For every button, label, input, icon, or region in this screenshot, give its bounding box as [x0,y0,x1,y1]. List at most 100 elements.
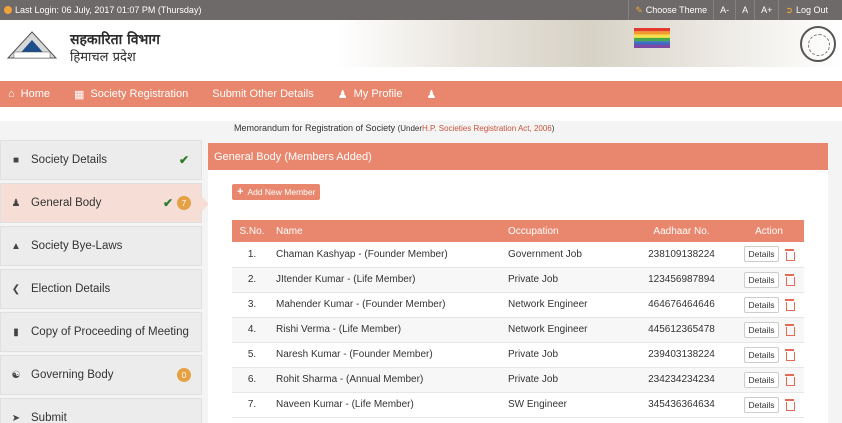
add-new-member-button[interactable]: + Add New Member [232,184,321,200]
clock-icon [4,6,12,14]
member-count-badge: 7 [177,196,191,210]
main-navbar: ⌂ Home ▦ Society Registration Submit Oth… [0,67,842,121]
cell-occupation: Network Engineer [508,324,588,335]
check-icon: ✔ [162,196,173,210]
cell-sno: 4. [247,324,257,335]
sidebar-item-society-bye-laws[interactable]: ▲ Society Bye-Laws [0,226,202,266]
site-header: सहकारिता विभाग हिमाचल प्रदेश [0,20,842,67]
cell-action: Details [734,342,804,367]
cell-action: Details [734,317,804,342]
graduation-cap-icon: ▲ [11,240,21,252]
sidebar-item-label: General Body [31,197,102,209]
table-row: 2. JItender Kumar - (Life Member) Private … [232,267,804,292]
column-header-name: Name [276,225,303,237]
cell-aadhaar: 464676464646 [648,299,715,310]
choose-theme-label: Choose Theme [645,5,708,15]
sidebar-item-submit[interactable]: ➤ Submit [0,398,202,423]
cell-occupation: Network Engineer [508,299,588,310]
nav-society-registration[interactable]: ▦ Society Registration [62,81,200,107]
font-normal-button[interactable]: A [735,0,754,20]
sidebar-item-label: Society Details [31,154,108,166]
cell-sno: 3. [247,299,257,310]
sidebar-item-society-details[interactable]: ■ Society Details ✔ [0,140,202,180]
sidebar-item-governing-body[interactable]: ☯ Governing Body 0 [0,355,202,395]
cell-action: Details [734,392,804,417]
book-icon: ■ [12,154,20,166]
top-bar: Last Login: 06 July, 2017 01:07 PM (Thur… [0,0,842,20]
table-row: 3. Mahender Kumar - (Founder Member) Netwo… [232,292,804,317]
cell-occupation: Government Job [508,248,582,260]
cell-sno: 2. [247,274,257,285]
users-icon: ♟ [11,197,21,209]
nav-submit-other-label: Submit Other Details [212,88,314,100]
font-decrease-button[interactable]: A- [713,0,735,20]
table-row: 4. Rishi Verma - (Life Member) Network Eng… [232,317,804,342]
bank-icon: ☯ [11,369,21,381]
sidebar-item-general-body[interactable]: ♟ General Body ✔ 7 [0,183,209,223]
sidebar-item-copy-of-proceeding[interactable]: ▮ Copy of Proceeding of Meeting [0,312,202,352]
nav-my-profile-label: My Profile [353,88,403,100]
cell-aadhaar: 345436364634 [648,399,715,410]
details-button[interactable]: Details [743,296,780,313]
sidebar: ■ Society Details ✔ ♟ General Body ✔ 7 ▲… [0,140,209,423]
state-emblem-logo [6,31,58,59]
nav-home[interactable]: ⌂ Home [0,81,62,107]
nav-my-profile[interactable]: ♟ My Profile [326,81,415,107]
cell-sno: 6. [247,374,257,385]
font-increase-button[interactable]: A+ [754,0,778,20]
cell-aadhaar: 239403138224 [648,349,715,360]
cell-name: Rohit Sharma - (Annual Member) [276,374,424,385]
rainbow-flag-image [634,28,670,48]
details-button[interactable]: Details [743,246,780,263]
user-icon: ♟ [337,88,348,101]
check-icon: ✔ [178,153,189,167]
memorandum-caption: Memorandum for Registration of Society (… [234,123,554,133]
details-button[interactable]: Details [743,346,780,363]
sidebar-item-label: Governing Body [31,369,114,381]
cell-aadhaar: 445612365478 [648,324,715,335]
details-button[interactable]: Details [743,371,780,388]
sidebar-item-election-details[interactable]: ❮ Election Details [0,269,202,309]
sidebar-item-label: Society Bye-Laws [31,240,123,252]
sidebar-item-label: Election Details [31,283,111,295]
share-icon: ❮ [11,283,21,295]
cell-action: Details [734,292,804,317]
cell-occupation: Private Job [508,349,559,360]
details-button[interactable]: Details [743,271,780,288]
delete-icon[interactable] [785,374,796,386]
cell-occupation: Private Job [508,374,559,385]
sidebar-item-label: Submit [31,412,67,423]
nav-submit-other-details[interactable]: Submit Other Details [200,81,325,107]
table-row: 6. Rohit Sharma - (Annual Member) Private … [232,367,804,392]
delete-icon[interactable] [785,274,796,286]
delete-icon[interactable] [785,324,796,336]
document-icon: ▦ [74,88,85,101]
logout-icon: ➲ [785,4,793,15]
cell-name: JItender Kumar - (Life Member) [276,274,416,285]
user-icon: ♟ [426,88,437,101]
plus-icon: + [237,186,244,198]
cell-name: Mahender Kumar - (Founder Member) [276,299,446,310]
table-row: 1. Chaman Kashyap - (Founder Member) Gover… [232,242,804,267]
cell-name: Naveen Kumar - (Life Member) [276,399,414,410]
last-login-info: Last Login: 06 July, 2017 01:07 PM (Thur… [4,5,201,15]
logout-button[interactable]: ➲ Log Out [778,0,834,20]
last-login-text: Last Login: 06 July, 2017 01:07 PM (Thur… [15,5,202,15]
cell-action: Details [734,367,804,392]
department-subtitle: हिमाचल प्रदेश [70,50,136,65]
delete-icon[interactable] [785,299,796,311]
details-button[interactable]: Details [743,321,780,338]
cell-aadhaar: 238109138224 [648,248,715,260]
caption-text: Memorandum for Registration of Society [234,123,396,133]
delete-icon[interactable] [785,349,796,361]
brush-icon: ✎ [635,4,643,15]
details-button[interactable]: Details [743,396,780,413]
delete-icon[interactable] [785,399,796,411]
choose-theme-button[interactable]: ✎ Choose Theme [628,0,713,20]
act-link[interactable]: H.P. Societies Registration Act, 2006 [422,124,552,133]
cell-sno: 7. [247,399,257,410]
cell-aadhaar: 123456987894 [648,274,715,285]
delete-icon[interactable] [785,248,796,261]
nav-user-menu[interactable]: ♟ [415,81,449,107]
column-header-action: Action [755,225,783,237]
